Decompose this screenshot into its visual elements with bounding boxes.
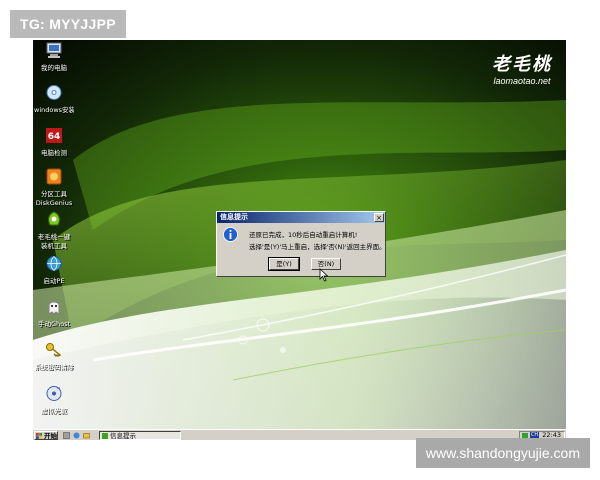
desktop-icon-label: 电脑检测 [41,149,67,157]
mouse-pointer-icon [319,268,329,282]
desktop-icon-label-2: DiskGenius [35,199,73,207]
virtual-drive-icon [46,386,62,401]
64-test-icon: 64 [46,128,62,143]
green-app-icon [102,433,108,439]
desktop-icon-label: 手动Ghost [37,320,71,328]
desktop-icon-label: 我的电脑 [41,64,67,72]
desktop-icon-start-pe[interactable]: 启动PE [34,255,74,285]
close-button[interactable]: × [374,213,384,222]
desktop-icon-windows-install[interactable]: windows安装 [34,84,74,114]
desktop-icon-manual-ghost[interactable]: 手动Ghost [34,298,74,328]
desktop-icon-virtual-drive[interactable]: 虚拟光驱 [34,385,74,415]
taskbar-item-label: 信息提示 [110,432,136,440]
brand-logo: 老毛桃 laomaotao.net [492,50,552,86]
desktop-icon-label: 启动PE [43,277,65,285]
info-icon [223,227,238,242]
site-watermark: www.shandongyujie.com [415,438,590,468]
dialog-message-line-2: 选择'是(Y)'马上重启，选择'否(N)'返回主界面。 [249,243,386,251]
desktop-icon-label-2: 装机工具 [41,242,67,250]
desktop-icon-label: 分区工具 [41,190,67,198]
quicklaunch-browser-icon[interactable] [73,432,80,439]
disk-tool-icon [46,168,62,185]
svg-text:64: 64 [48,132,61,142]
screenshot-frame: TG: MYYJJPP 老毛桃 laomaotao.net 我的电脑 windo… [0,0,600,480]
network-globe-icon [46,256,62,271]
quicklaunch-tool-icon[interactable] [63,432,70,439]
key-icon [46,343,62,357]
desktop-icon-diskgenius[interactable]: 分区工具 DiskGenius [34,168,74,207]
desktop-icon-label: windows安装 [34,106,74,114]
desktop-icon-my-computer[interactable]: 我的电脑 [34,42,74,72]
start-label: 开始 [44,432,57,440]
taskbar-item-info-prompt[interactable]: 信息提示 [99,431,181,440]
tg-watermark: TG: MYYJJPP [10,10,126,38]
install-disc-icon [46,85,62,100]
info-dialog: 信息提示 × 还原已完成，10秒后自动重启计算机! 选择'是(Y)'马上重启，选… [216,211,386,277]
desktop-icon-password-clear[interactable]: 系统密码清除 [34,341,74,371]
logo-mark: 老毛桃 [492,54,552,75]
desktop-icon-label: 老毛桃一键 [37,233,71,241]
desktop-icon-label: 虚拟光驱 [41,407,67,415]
windows-flag-icon [36,433,42,439]
dialog-title-bar[interactable]: 信息提示 × [217,212,385,223]
ghost-icon [48,301,60,315]
yes-button[interactable]: 是(Y) [268,257,300,271]
desktop-icon-one-key-install[interactable]: 老毛桃一键 装机工具 [34,211,74,250]
start-button[interactable]: 开始 [34,431,58,440]
logo-site: laomaotao.net [493,76,551,86]
dialog-title: 信息提示 [220,213,248,221]
desktop-icon-label: 系统密码清除 [34,363,74,371]
desktop-icon-pc-test[interactable]: 64 电脑检测 [34,127,74,157]
quicklaunch-explorer-icon[interactable] [83,432,90,439]
desktop-icons: 我的电脑 windows安装 64 电脑检测 分区工具 DiskGenius 老… [33,40,75,430]
computer-icon [46,42,62,58]
dialog-message-line-1: 还原已完成，10秒后自动重启计算机! [249,231,358,239]
one-key-install-icon [48,211,60,226]
desktop[interactable]: 老毛桃 laomaotao.net 我的电脑 windows安装 64 电脑检测… [33,40,566,440]
